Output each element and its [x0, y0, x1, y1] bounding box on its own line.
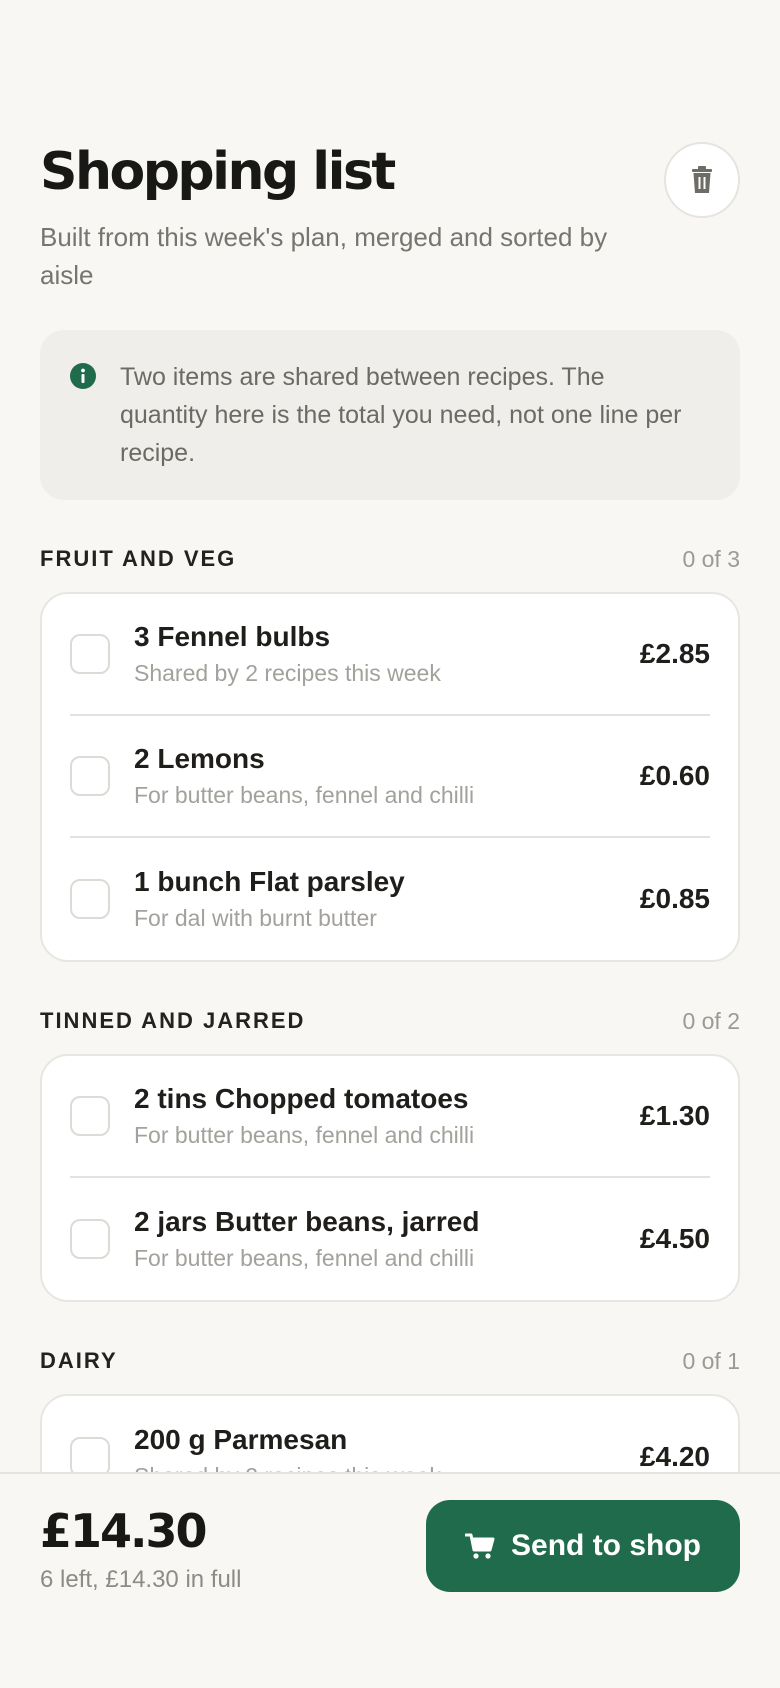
- item-checkbox[interactable]: [70, 756, 110, 796]
- item-checkbox[interactable]: [70, 1437, 110, 1477]
- list-item[interactable]: 2 Lemons For butter beans, fennel and chi…: [70, 716, 710, 838]
- item-name: 200 g Parmesan: [134, 1424, 348, 1455]
- section-count: 0 of 3: [682, 545, 740, 572]
- shopping-list-screen: Shopping list Built from this week's pla…: [0, 0, 780, 1688]
- info-banner: Two items are shared between recipes. Th…: [40, 330, 740, 500]
- cart-icon: [465, 1533, 495, 1559]
- page-header: Shopping list Built from this week's pla…: [40, 140, 740, 300]
- aisle-section: TINNED AND JARRED 0 of 2 2 tins Chopped to…: [40, 1006, 740, 1302]
- item-name: 2 jars Butter beans, jarred: [134, 1206, 480, 1237]
- item-text: 2 Lemons For butter beans, fennel and chi…: [134, 741, 640, 811]
- item-note: Shared by 2 recipes this week: [134, 660, 441, 686]
- clear-list-button[interactable]: [664, 142, 740, 218]
- aisle-section: FRUIT AND VEG 0 of 3 3 Fennel bulbs Shared …: [40, 544, 740, 962]
- total-summary: 6 left, £14.30 in full: [40, 1566, 242, 1593]
- footer-bar: £14.30 6 left, £14.30 in full Send to sh…: [0, 1472, 780, 1688]
- section-card: 2 tins Chopped tomatoes For butter beans,…: [40, 1054, 740, 1302]
- section-count: 0 of 2: [682, 1007, 740, 1034]
- send-to-shop-button[interactable]: Send to shop: [426, 1500, 740, 1592]
- aisle-sections: FRUIT AND VEG 0 of 3 3 Fennel bulbs Shared …: [40, 544, 740, 1520]
- item-price: £0.60: [639, 760, 710, 791]
- trash-icon: [692, 166, 712, 193]
- item-price: £4.20: [639, 1441, 710, 1472]
- list-item[interactable]: 2 jars Butter beans, jarred For butter be…: [70, 1178, 710, 1300]
- section-title: FRUIT AND VEG: [40, 546, 237, 571]
- item-text: 2 jars Butter beans, jarred For butter be…: [134, 1204, 640, 1274]
- item-price: £1.30: [639, 1100, 710, 1131]
- send-to-shop-label: Send to shop: [511, 1529, 701, 1562]
- item-name: 2 Lemons: [134, 743, 265, 774]
- item-note: For butter beans, fennel and chilli: [134, 1245, 475, 1271]
- item-name: 2 tins Chopped tomatoes: [134, 1083, 469, 1114]
- page-title: Shopping list: [40, 142, 396, 202]
- item-price: £0.85: [639, 883, 710, 914]
- section-header: DAIRY 0 of 1: [40, 1346, 740, 1376]
- info-icon: [70, 363, 96, 389]
- section-card: 3 Fennel bulbs Shared by 2 recipes this w…: [40, 592, 740, 962]
- item-price: £4.50: [639, 1223, 710, 1254]
- item-note: For dal with burnt butter: [134, 905, 377, 931]
- item-checkbox[interactable]: [70, 1219, 110, 1259]
- item-price: £2.85: [639, 638, 710, 669]
- section-title: TINNED AND JARRED: [40, 1008, 306, 1033]
- list-item[interactable]: 3 Fennel bulbs Shared by 2 recipes this w…: [70, 594, 710, 716]
- list-item[interactable]: 2 tins Chopped tomatoes For butter beans,…: [70, 1056, 710, 1178]
- item-note: For butter beans, fennel and chilli: [134, 782, 475, 808]
- item-text: 3 Fennel bulbs Shared by 2 recipes this w…: [134, 619, 640, 689]
- info-text: Two items are shared between recipes. Th…: [120, 363, 682, 467]
- main-content: Shopping list Built from this week's pla…: [40, 140, 740, 1520]
- section-title: DAIRY: [40, 1348, 118, 1373]
- item-name: 1 bunch Flat parsley: [134, 866, 405, 897]
- item-text: 2 tins Chopped tomatoes For butter beans,…: [134, 1081, 640, 1151]
- item-note: For butter beans, fennel and chilli: [134, 1122, 475, 1148]
- section-header: FRUIT AND VEG 0 of 3: [40, 544, 740, 574]
- list-item[interactable]: 1 bunch Flat parsley For dal with burnt b…: [70, 838, 710, 960]
- item-checkbox[interactable]: [70, 879, 110, 919]
- item-name: 3 Fennel bulbs: [134, 621, 331, 652]
- item-checkbox[interactable]: [70, 634, 110, 674]
- page-subtitle: Built from this week's plan, merged and …: [40, 222, 608, 290]
- item-checkbox[interactable]: [70, 1096, 110, 1136]
- item-text: 1 bunch Flat parsley For dal with burnt b…: [134, 864, 640, 934]
- total-price: £14.30: [40, 1504, 208, 1558]
- section-header: TINNED AND JARRED 0 of 2: [40, 1006, 740, 1036]
- section-count: 0 of 1: [682, 1347, 740, 1374]
